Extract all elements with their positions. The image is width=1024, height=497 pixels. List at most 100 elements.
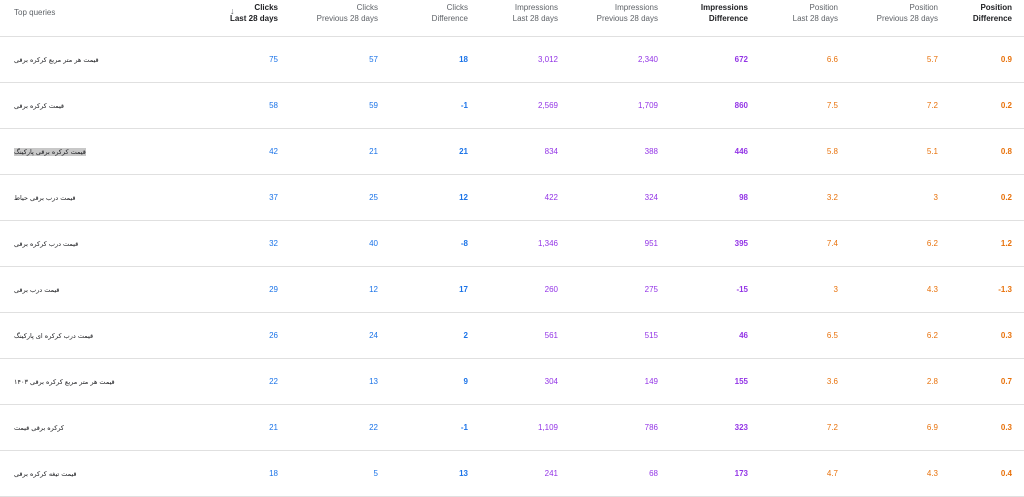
cell-clicks-prev: 59 <box>369 101 378 110</box>
cell-impressions-last: 834 <box>544 147 558 156</box>
query-text: قیمت درب کرکره برقی <box>14 239 79 248</box>
cell-query[interactable]: قیمت کرکره برقی <box>0 102 200 110</box>
header-impressions-diff[interactable]: Impressions Difference <box>670 0 760 36</box>
cell-position-last: 7.5 <box>826 101 838 110</box>
cell-clicks-diff: -8 <box>460 239 468 248</box>
cell-position-prev: 6.9 <box>926 423 938 432</box>
header-position-diff[interactable]: Position Difference <box>950 0 1024 36</box>
cell-position-diff: 0.3 <box>1000 423 1012 432</box>
header-clicks-prev[interactable]: Clicks Previous 28 days <box>290 0 390 36</box>
cell-clicks-prev: 5 <box>373 469 378 478</box>
cell-impressions-diff: 672 <box>734 55 748 64</box>
cell-impressions-prev: 68 <box>649 469 658 478</box>
cell-position-diff: 0.8 <box>1000 147 1012 156</box>
cell-impressions-diff: 860 <box>734 101 748 110</box>
cell-impressions-diff: 395 <box>734 239 748 248</box>
cell-position-last: 3.6 <box>826 377 838 386</box>
cell-position-diff: 0.9 <box>1000 55 1012 64</box>
table-row[interactable]: قیمت درب برقی 29 12 17 260 275 -15 3 4.3 -1.3 <box>0 267 1024 313</box>
cell-query[interactable]: کرکره برقی قیمت <box>0 424 200 432</box>
header-top-queries-label: Top queries <box>14 8 56 17</box>
header-position-last[interactable]: Position Last 28 days <box>760 0 850 36</box>
cell-position-prev: 7.2 <box>926 101 938 110</box>
table-row[interactable]: قیمت هر متر مربع کرکره برقی ۱۴۰۳ 22 13 9 304… <box>0 359 1024 405</box>
header-impressions-last[interactable]: Impressions Last 28 days <box>480 0 570 36</box>
cell-impressions-prev: 951 <box>644 239 658 248</box>
query-text: قیمت تیغه کرکره برقی <box>14 469 77 478</box>
table-row[interactable]: قیمت تیغه کرکره برقی 18 5 13 241 68 173 4.7 4.3 0… <box>0 451 1024 497</box>
cell-impressions-diff: 446 <box>734 147 748 156</box>
cell-query[interactable]: قیمت تیغه کرکره برقی <box>0 470 200 478</box>
cell-impressions-diff: 155 <box>734 377 748 386</box>
header-clicks-last[interactable]: ↓ Clicks Last 28 days <box>200 0 290 36</box>
cell-query[interactable]: قیمت درب برقی <box>0 286 200 294</box>
cell-clicks-last: 58 <box>269 101 278 110</box>
cell-position-last: 6.6 <box>826 55 838 64</box>
cell-position-diff: 0.2 <box>1000 101 1012 110</box>
header-top-queries[interactable]: Top queries <box>0 0 200 36</box>
cell-clicks-last: 75 <box>269 55 278 64</box>
cell-position-diff: 1.2 <box>1000 239 1012 248</box>
cell-impressions-last: 2,569 <box>537 101 558 110</box>
cell-clicks-diff: 18 <box>459 55 468 64</box>
cell-impressions-last: 3,012 <box>537 55 558 64</box>
cell-clicks-prev: 13 <box>369 377 378 386</box>
table-header: Top queries ↓ Clicks Last 28 days Clicks… <box>0 0 1024 37</box>
cell-position-prev: 5.7 <box>926 55 938 64</box>
cell-position-last: 3.2 <box>826 193 838 202</box>
cell-position-diff: 0.4 <box>1000 469 1012 478</box>
cell-impressions-prev: 388 <box>644 147 658 156</box>
cell-query[interactable]: قیمت درب برقی حیاط <box>0 194 200 202</box>
cell-position-diff: 0.2 <box>1000 193 1012 202</box>
header-impressions-prev[interactable]: Impressions Previous 28 days <box>570 0 670 36</box>
header-clicks-diff[interactable]: Clicks Difference <box>390 0 480 36</box>
cell-clicks-prev: 24 <box>369 331 378 340</box>
sort-down-icon[interactable]: ↓ <box>230 6 235 17</box>
cell-clicks-diff: -1 <box>460 101 468 110</box>
cell-clicks-diff: 21 <box>459 147 468 156</box>
table-row[interactable]: کرکره برقی قیمت 21 22 -1 1,109 786 323 7.2 6.9 0.… <box>0 405 1024 451</box>
cell-position-diff: 0.7 <box>1000 377 1012 386</box>
cell-impressions-prev: 149 <box>644 377 658 386</box>
cell-position-last: 3 <box>833 285 838 294</box>
cell-query[interactable]: قیمت درب کرکره برقی <box>0 240 200 248</box>
cell-position-last: 4.7 <box>826 469 838 478</box>
cell-impressions-diff: 46 <box>739 331 748 340</box>
cell-impressions-prev: 515 <box>644 331 658 340</box>
cell-clicks-last: 18 <box>269 469 278 478</box>
cell-impressions-diff: 98 <box>739 193 748 202</box>
cell-clicks-prev: 25 <box>369 193 378 202</box>
table-row[interactable]: قیمت کرکره برقی 58 59 -1 2,569 1,709 860 7.5 7.2… <box>0 83 1024 129</box>
query-text: قیمت درب برقی <box>14 285 60 294</box>
table-row[interactable]: قیمت درب برقی حیاط 37 25 12 422 324 98 3.2 3 0.2 <box>0 175 1024 221</box>
cell-query[interactable]: قیمت کرکره برقی پارکینگ <box>0 147 200 156</box>
table-body: قیمت هر متر مربع کرکره برقی 75 57 18 3,012 2,… <box>0 37 1024 497</box>
table-row[interactable]: قیمت درب کرکره ای پارکینگ 26 24 2 561 515 46 6.… <box>0 313 1024 359</box>
query-text: کرکره برقی قیمت <box>14 423 65 432</box>
cell-position-prev: 4.3 <box>926 285 938 294</box>
cell-position-prev: 2.8 <box>926 377 938 386</box>
header-position-prev[interactable]: Position Previous 28 days <box>850 0 950 36</box>
cell-query[interactable]: قیمت هر متر مربع کرکره برقی ۱۴۰۳ <box>0 378 200 386</box>
queries-table: Top queries ↓ Clicks Last 28 days Clicks… <box>0 0 1024 497</box>
table-row[interactable]: قیمت هر متر مربع کرکره برقی 75 57 18 3,012 2,… <box>0 37 1024 83</box>
cell-impressions-diff: 173 <box>734 469 748 478</box>
cell-position-prev: 4.3 <box>926 469 938 478</box>
cell-position-diff: -1.3 <box>998 285 1012 294</box>
cell-clicks-diff: 9 <box>463 377 468 386</box>
cell-clicks-last: 21 <box>269 423 278 432</box>
table-row[interactable]: قیمت درب کرکره برقی 32 40 -8 1,346 951 395 7.4 6… <box>0 221 1024 267</box>
cell-clicks-diff: -1 <box>460 423 468 432</box>
cell-impressions-last: 260 <box>544 285 558 294</box>
cell-clicks-diff: 2 <box>463 331 468 340</box>
table-row[interactable]: قیمت کرکره برقی پارکینگ 42 21 21 834 388 446 5.… <box>0 129 1024 175</box>
cell-clicks-last: 29 <box>269 285 278 294</box>
cell-query[interactable]: قیمت هر متر مربع کرکره برقی <box>0 56 200 64</box>
cell-impressions-diff: 323 <box>734 423 748 432</box>
cell-impressions-prev: 2,340 <box>637 55 658 64</box>
cell-clicks-prev: 57 <box>369 55 378 64</box>
query-text: قیمت درب کرکره ای پارکینگ <box>14 331 94 340</box>
cell-clicks-prev: 12 <box>369 285 378 294</box>
cell-impressions-last: 304 <box>544 377 558 386</box>
cell-query[interactable]: قیمت درب کرکره ای پارکینگ <box>0 332 200 340</box>
